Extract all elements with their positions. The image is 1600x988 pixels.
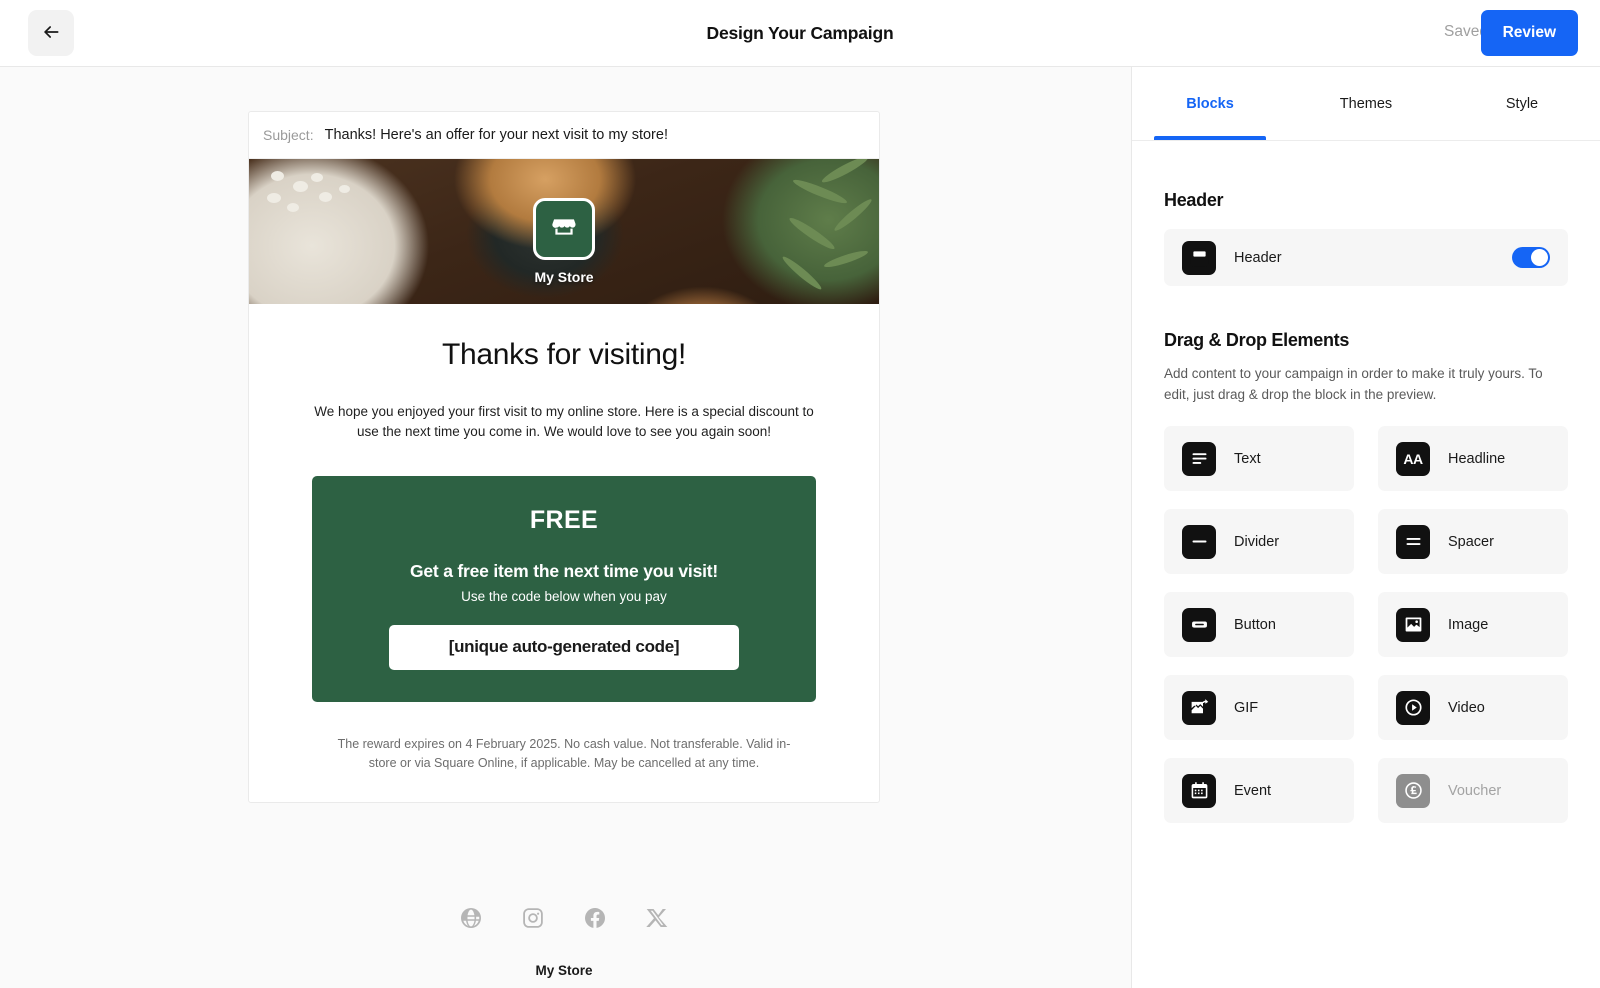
back-button[interactable] bbox=[28, 10, 74, 56]
calendar-icon bbox=[1182, 773, 1216, 808]
header-section-title: Header bbox=[1164, 190, 1224, 210]
email-heading[interactable]: Thanks for visiting! bbox=[289, 338, 839, 372]
elements-grid: Text AA Headline Divider Spacer Button I… bbox=[1164, 426, 1568, 824]
globe-icon[interactable] bbox=[459, 906, 483, 935]
header-block-label: Header bbox=[1234, 249, 1282, 266]
social-icon-row bbox=[248, 906, 880, 935]
element-label: Button bbox=[1234, 616, 1276, 633]
facebook-icon[interactable] bbox=[583, 906, 607, 935]
element-label: Video bbox=[1448, 699, 1485, 716]
element-card-voucher: Voucher bbox=[1378, 758, 1568, 824]
top-bar: Design Your Campaign Saved Review bbox=[0, 0, 1600, 67]
x-twitter-icon[interactable] bbox=[645, 906, 669, 935]
page-title: Design Your Campaign bbox=[706, 23, 894, 43]
button-icon bbox=[1182, 607, 1216, 642]
spacer-icon bbox=[1396, 524, 1430, 559]
email-intro-text[interactable]: We hope you enjoyed your first visit to … bbox=[309, 402, 819, 442]
instagram-icon[interactable] bbox=[521, 906, 545, 935]
element-card-gif[interactable]: GIF bbox=[1164, 675, 1354, 741]
element-label: Voucher bbox=[1448, 782, 1502, 799]
element-card-text[interactable]: Text bbox=[1164, 426, 1354, 492]
offer-block[interactable]: FREE Get a free item the next time you v… bbox=[312, 475, 816, 702]
email-footer: My Store bbox=[248, 878, 880, 978]
element-label: Divider bbox=[1234, 533, 1280, 550]
element-label: Text bbox=[1234, 450, 1261, 467]
storefront-icon bbox=[550, 213, 578, 246]
panel-tabs: Blocks Themes Style bbox=[1132, 67, 1600, 141]
hero-image-block[interactable]: My Store bbox=[249, 159, 879, 304]
text-lines-icon bbox=[1182, 441, 1216, 476]
tab-style[interactable]: Style bbox=[1444, 67, 1600, 140]
tab-themes[interactable]: Themes bbox=[1288, 67, 1444, 140]
subject-label: Subject: bbox=[263, 127, 314, 143]
arrow-left-icon bbox=[41, 22, 61, 45]
store-logo[interactable] bbox=[533, 198, 595, 260]
header-visibility-toggle[interactable] bbox=[1512, 247, 1550, 268]
element-card-image[interactable]: Image bbox=[1378, 592, 1568, 658]
element-label: Spacer bbox=[1448, 533, 1494, 550]
elements-section-description: Add content to your campaign in order to… bbox=[1164, 366, 1543, 402]
elements-section-title: Drag & Drop Elements bbox=[1164, 330, 1350, 350]
element-card-headline[interactable]: AA Headline bbox=[1378, 426, 1568, 492]
aa-icon: AA bbox=[1396, 441, 1430, 476]
element-label: Headline bbox=[1448, 450, 1506, 467]
element-label: Event bbox=[1234, 782, 1272, 799]
email-preview-card[interactable]: Subject: Thanks! Here's an offer for you… bbox=[248, 111, 880, 804]
subject-value[interactable]: Thanks! Here's an offer for your next vi… bbox=[325, 127, 668, 143]
image-icon bbox=[1396, 607, 1430, 642]
play-circle-icon bbox=[1396, 690, 1430, 725]
gif-icon bbox=[1182, 690, 1216, 725]
subject-row[interactable]: Subject: Thanks! Here's an offer for you… bbox=[249, 112, 879, 159]
element-card-button[interactable]: Button bbox=[1164, 592, 1354, 658]
divider-icon bbox=[1182, 524, 1216, 559]
pound-coin-icon bbox=[1396, 773, 1430, 808]
right-panel: Blocks Themes Style Header Header Drag &… bbox=[1131, 67, 1600, 988]
header-block-row[interactable]: Header bbox=[1164, 229, 1568, 286]
offer-free-label: FREE bbox=[529, 505, 599, 534]
element-card-divider[interactable]: Divider bbox=[1164, 509, 1354, 575]
element-card-video[interactable]: Video bbox=[1378, 675, 1568, 741]
offer-code-box: [unique auto-generated code] bbox=[389, 624, 739, 670]
element-label: GIF bbox=[1234, 699, 1259, 716]
tab-blocks[interactable]: Blocks bbox=[1132, 67, 1288, 140]
offer-subtext: Use the code below when you pay bbox=[461, 588, 667, 604]
header-block-icon bbox=[1182, 240, 1216, 275]
fine-print-text: The reward expires on 4 February 2025. N… bbox=[337, 736, 791, 770]
review-button[interactable]: Review bbox=[1480, 10, 1578, 56]
element-card-spacer[interactable]: Spacer bbox=[1378, 509, 1568, 575]
offer-headline: Get a free item the next time you visit! bbox=[409, 560, 719, 581]
element-label: Image bbox=[1448, 616, 1489, 633]
store-name-hero: My Store bbox=[534, 269, 594, 285]
preview-canvas: Subject: Thanks! Here's an offer for you… bbox=[0, 67, 1131, 988]
element-card-event[interactable]: Event bbox=[1164, 758, 1354, 824]
email-body: Thanks for visiting! We hope you enjoyed… bbox=[249, 304, 879, 802]
footer-store-name: My Store bbox=[535, 963, 593, 978]
